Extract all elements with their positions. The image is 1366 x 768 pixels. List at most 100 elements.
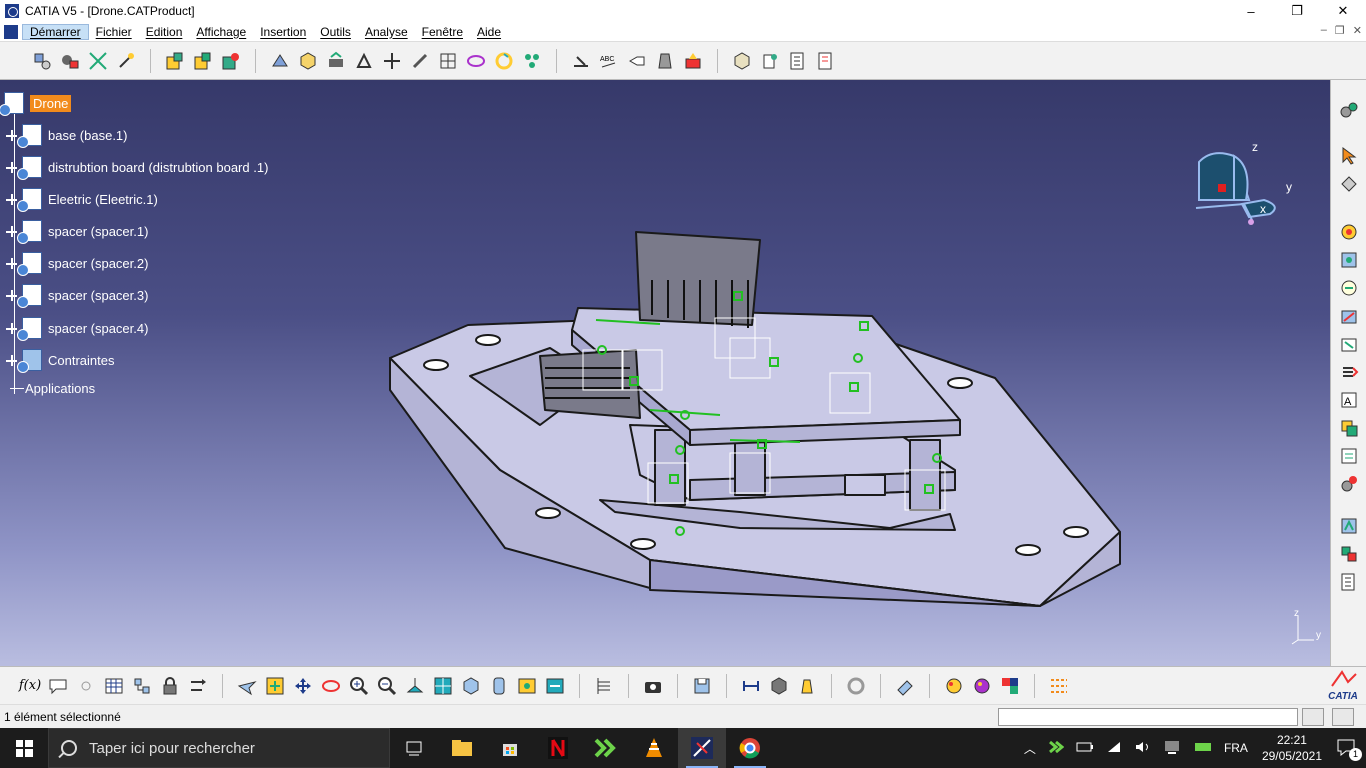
gpu-icon[interactable] xyxy=(1194,740,1212,757)
zoom-in-icon[interactable] xyxy=(348,675,370,697)
volume-icon[interactable] xyxy=(1134,740,1152,757)
doc-minimize-icon[interactable]: – xyxy=(1321,24,1327,37)
pan-icon[interactable] xyxy=(292,675,314,697)
grid-icon[interactable] xyxy=(593,675,615,697)
replace-component-icon[interactable] xyxy=(325,50,347,72)
minimize-button[interactable]: – xyxy=(1228,0,1274,22)
constraint-offset-icon[interactable] xyxy=(1338,277,1360,299)
3d-viewport[interactable]: Drone base (base.1) distrubtion board (d… xyxy=(0,80,1330,666)
status-button-2[interactable] xyxy=(1332,708,1354,726)
battery-icon[interactable] xyxy=(1076,741,1094,756)
assembly-icon[interactable] xyxy=(59,50,81,72)
flag-note-icon[interactable] xyxy=(626,50,648,72)
chrome-icon[interactable] xyxy=(726,728,774,768)
drone-3d-model[interactable] xyxy=(0,80,1330,666)
file-explorer-icon[interactable] xyxy=(438,728,486,768)
chevron-up-icon[interactable]: ︿ xyxy=(1024,740,1036,757)
explode-icon[interactable] xyxy=(87,50,109,72)
camera-icon[interactable] xyxy=(642,675,664,697)
graph-tree-icon[interactable] xyxy=(353,50,375,72)
menu-affichage[interactable]: Affichage xyxy=(189,25,253,39)
menu-edition[interactable]: Edition xyxy=(139,25,190,39)
netflix-icon[interactable] xyxy=(534,728,582,768)
menu-outils[interactable]: Outils xyxy=(313,25,358,39)
table-icon[interactable] xyxy=(103,675,125,697)
start-button[interactable] xyxy=(0,728,48,768)
measure-between-icon[interactable] xyxy=(740,675,762,697)
new-component-icon[interactable] xyxy=(164,50,186,72)
shading-icon[interactable] xyxy=(971,675,993,697)
iso-view-icon[interactable] xyxy=(460,675,482,697)
taskbar-search[interactable]: Taper ici pour rechercher xyxy=(48,728,390,768)
new-product-icon[interactable] xyxy=(192,50,214,72)
menu-fichier[interactable]: Fichier xyxy=(89,25,139,39)
wifi-icon[interactable] xyxy=(1106,740,1122,757)
new-part-icon[interactable] xyxy=(220,50,242,72)
pencil-icon[interactable] xyxy=(409,50,431,72)
swap-space-icon[interactable] xyxy=(544,675,566,697)
bill-list-icon[interactable] xyxy=(1338,571,1360,593)
snap-grid-icon[interactable] xyxy=(437,50,459,72)
hide-icon[interactable] xyxy=(75,675,97,697)
constraint-angle-icon[interactable] xyxy=(1338,305,1360,327)
listing-report-icon[interactable] xyxy=(815,50,837,72)
quick-constraint-icon[interactable]: A xyxy=(1338,389,1360,411)
update-all-icon[interactable] xyxy=(845,675,867,697)
product-structure-icon[interactable] xyxy=(31,50,53,72)
zoom-out-icon[interactable] xyxy=(376,675,398,697)
normal-view-icon[interactable] xyxy=(404,675,426,697)
cube-icon[interactable] xyxy=(297,50,319,72)
nvidia-app-icon[interactable] xyxy=(582,728,630,768)
menu-fenetre[interactable]: Fenêtre xyxy=(415,25,470,39)
store-icon[interactable] xyxy=(486,728,534,768)
lock-icon[interactable] xyxy=(159,675,181,697)
generate-numbering-icon[interactable] xyxy=(759,50,781,72)
fly-mode-icon[interactable] xyxy=(1338,173,1360,195)
existing-component-icon[interactable] xyxy=(269,50,291,72)
status-button-1[interactable] xyxy=(1302,708,1324,726)
command-input[interactable] xyxy=(998,708,1298,726)
display-icon[interactable] xyxy=(1164,740,1182,757)
text-annotation-icon[interactable]: ABC xyxy=(598,50,620,72)
fly-icon[interactable] xyxy=(236,675,258,697)
eraser-icon[interactable] xyxy=(894,675,916,697)
nvidia-tray-icon[interactable] xyxy=(1048,740,1065,757)
doc-restore-icon[interactable]: ❐ xyxy=(1335,24,1345,37)
clash-icon[interactable] xyxy=(465,50,487,72)
menu-insertion[interactable]: Insertion xyxy=(253,25,313,39)
doc-close-icon[interactable]: ✕ xyxy=(1353,24,1362,37)
menu-demarrer[interactable]: Démarrer xyxy=(22,23,89,40)
reuse-pattern-icon[interactable] xyxy=(1338,473,1360,495)
formula-icon[interactable]: f(x) xyxy=(19,675,41,697)
language-indicator[interactable]: FRA xyxy=(1224,741,1248,755)
measure-inertia-icon[interactable] xyxy=(796,675,818,697)
close-button[interactable]: ✕ xyxy=(1320,0,1366,22)
render-style-icon[interactable] xyxy=(488,675,510,697)
menu-analyse[interactable]: Analyse xyxy=(358,25,415,39)
select-cursor-icon[interactable] xyxy=(1338,145,1360,167)
manipulation-icon[interactable] xyxy=(381,50,403,72)
publish-icon[interactable] xyxy=(731,50,753,72)
tree-expand-icon[interactable] xyxy=(131,675,153,697)
bill-of-material-icon[interactable] xyxy=(787,50,809,72)
clock[interactable]: 22:21 29/05/2021 xyxy=(1262,732,1322,764)
fix-component-icon[interactable] xyxy=(1338,333,1360,355)
constraint-coincidence-icon[interactable] xyxy=(1338,221,1360,243)
dependencies-icon[interactable] xyxy=(1338,543,1360,565)
update-icon[interactable] xyxy=(493,50,515,72)
fix-together-icon[interactable] xyxy=(1338,361,1360,383)
rotate-icon[interactable] xyxy=(320,675,342,697)
color-icon[interactable] xyxy=(999,675,1021,697)
document-icon[interactable] xyxy=(4,24,18,39)
measure-icon[interactable] xyxy=(570,50,592,72)
constraint-contact-icon[interactable] xyxy=(1338,249,1360,271)
view-compass[interactable]: z y x xyxy=(1194,140,1304,235)
multi-instance-icon[interactable] xyxy=(521,50,543,72)
maximize-button[interactable]: ❐ xyxy=(1274,0,1320,22)
swap-icon[interactable] xyxy=(187,675,209,697)
change-constraint-icon[interactable] xyxy=(1338,445,1360,467)
menu-aide[interactable]: Aide xyxy=(470,25,508,39)
gears-icon[interactable] xyxy=(1338,99,1360,121)
notification-icon[interactable]: 1 xyxy=(1336,738,1362,761)
task-view-icon[interactable] xyxy=(390,728,438,768)
